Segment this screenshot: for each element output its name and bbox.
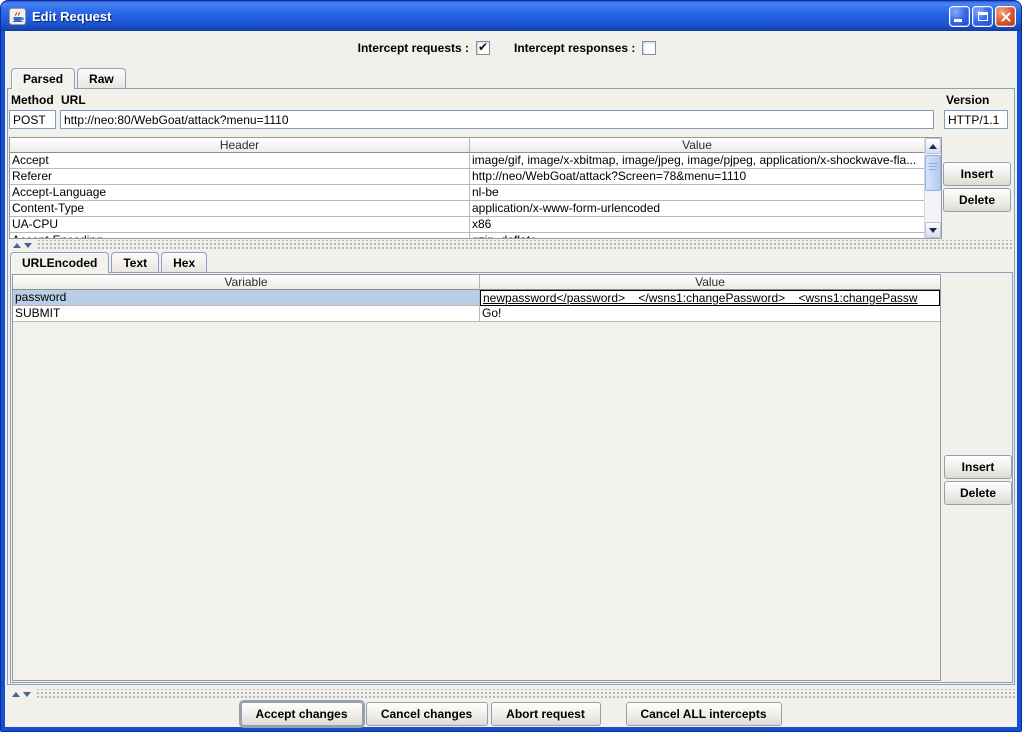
- divider-arrows: [8, 240, 38, 250]
- url-field[interactable]: [60, 110, 934, 129]
- collapse-down-icon[interactable]: [23, 692, 31, 697]
- cancel-changes-button[interactable]: Cancel changes: [366, 702, 488, 726]
- dialog-content: Intercept requests : Intercept responses…: [5, 31, 1017, 727]
- headers-vertical-scrollbar[interactable]: [924, 138, 941, 238]
- table-row[interactable]: SUBMIT Go!: [13, 306, 940, 322]
- intercept-responses-checkbox[interactable]: [642, 41, 656, 55]
- header-value-cell[interactable]: x86: [470, 217, 924, 233]
- edit-request-window: Edit Request Intercept requests : Interc…: [0, 0, 1022, 732]
- table-row[interactable]: Accept-Encoding gzip, deflate: [10, 233, 924, 239]
- tab-urlencoded[interactable]: URLEncoded: [10, 252, 109, 273]
- tab-raw[interactable]: Raw: [77, 68, 126, 88]
- tab-parsed[interactable]: Parsed: [11, 68, 75, 89]
- java-app-icon: [9, 8, 26, 25]
- parsed-tab-panel: Method URL Version Header Value Accept i…: [7, 88, 1015, 685]
- header-name-cell[interactable]: Accept: [10, 153, 470, 169]
- column-header-variable[interactable]: Variable: [13, 275, 480, 290]
- method-label: Method: [11, 93, 54, 107]
- tab-text[interactable]: Text: [111, 252, 159, 272]
- table-row[interactable]: Accept-Language nl-be: [10, 185, 924, 201]
- divider-arrows: [7, 689, 37, 699]
- version-field[interactable]: [944, 110, 1008, 129]
- params-table-scrollpane: Variable Value password newpassword</pas…: [12, 274, 941, 681]
- params-table-header: Variable Value: [13, 275, 940, 290]
- param-value-cell[interactable]: Go!: [480, 306, 940, 322]
- split-divider[interactable]: [7, 689, 1015, 699]
- table-row[interactable]: password newpassword</password> </wsns1:…: [13, 290, 940, 306]
- abort-request-button[interactable]: Abort request: [491, 702, 601, 726]
- headers-table-body: Accept image/gif, image/x-xbitmap, image…: [10, 153, 924, 239]
- content-view-tabs: URLEncoded Text Hex: [10, 251, 209, 272]
- collapse-down-icon[interactable]: [24, 243, 32, 248]
- table-row[interactable]: Content-Type application/x-www-form-urle…: [10, 201, 924, 217]
- table-row[interactable]: UA-CPU x86: [10, 217, 924, 233]
- header-value-cell[interactable]: nl-be: [470, 185, 924, 201]
- action-button-bar: Accept changes Cancel changes Abort requ…: [5, 701, 1017, 727]
- split-divider[interactable]: [8, 240, 1014, 250]
- collapse-up-icon[interactable]: [12, 692, 20, 697]
- maximize-icon: [978, 12, 988, 21]
- table-row[interactable]: Referer http://neo/WebGoat/attack?Screen…: [10, 169, 924, 185]
- header-name-cell[interactable]: Accept-Language: [10, 185, 470, 201]
- urlencoded-tab-panel: Variable Value password newpassword</pas…: [10, 272, 1013, 683]
- header-value-cell[interactable]: http://neo/WebGoat/attack?Screen=78&menu…: [470, 169, 924, 185]
- intercept-requests-label: Intercept requests :: [358, 41, 469, 55]
- version-label: Version: [946, 93, 989, 107]
- title-bar[interactable]: Edit Request: [1, 1, 1021, 31]
- collapse-up-icon[interactable]: [13, 243, 21, 248]
- header-name-cell[interactable]: Content-Type: [10, 201, 470, 217]
- column-header-header[interactable]: Header: [10, 138, 470, 153]
- minimize-button[interactable]: [949, 6, 970, 27]
- intercept-options-row: Intercept requests : Intercept responses…: [5, 33, 1017, 63]
- column-header-value[interactable]: Value: [470, 138, 924, 153]
- close-icon: [996, 7, 1015, 26]
- cancel-all-intercepts-button[interactable]: Cancel ALL intercepts: [626, 702, 782, 726]
- header-value-cell[interactable]: image/gif, image/x-xbitmap, image/jpeg, …: [470, 153, 924, 169]
- accept-changes-button[interactable]: Accept changes: [241, 702, 363, 726]
- scrollbar-thumb[interactable]: [925, 155, 941, 191]
- headers-table-header: Header Value: [10, 138, 924, 153]
- headers-insert-button[interactable]: Insert: [943, 162, 1011, 186]
- request-view-tabs: Parsed Raw: [11, 67, 128, 88]
- maximize-button[interactable]: [972, 6, 993, 27]
- param-name-cell[interactable]: password: [13, 290, 480, 306]
- window-title: Edit Request: [32, 9, 949, 24]
- minimize-icon: [954, 19, 962, 22]
- header-name-cell[interactable]: Referer: [10, 169, 470, 185]
- header-name-cell[interactable]: Accept-Encoding: [10, 233, 470, 239]
- url-label: URL: [61, 93, 86, 107]
- tab-hex[interactable]: Hex: [161, 252, 207, 272]
- scroll-up-icon: [929, 144, 937, 149]
- scroll-down-button[interactable]: [925, 222, 941, 238]
- headers-table-scrollpane: Header Value Accept image/gif, image/x-x…: [9, 137, 942, 239]
- param-name-cell[interactable]: SUBMIT: [13, 306, 480, 322]
- header-value-cell[interactable]: gzip, deflate: [470, 233, 924, 239]
- header-value-cell[interactable]: application/x-www-form-urlencoded: [470, 201, 924, 217]
- params-insert-button[interactable]: Insert: [944, 455, 1012, 479]
- intercept-requests-checkbox[interactable]: [476, 41, 490, 55]
- params-delete-button[interactable]: Delete: [944, 481, 1012, 505]
- intercept-responses-label: Intercept responses :: [514, 41, 635, 55]
- header-name-cell[interactable]: UA-CPU: [10, 217, 470, 233]
- close-button[interactable]: [995, 6, 1016, 27]
- headers-delete-button[interactable]: Delete: [943, 188, 1011, 212]
- param-value-cell-editing[interactable]: newpassword</password> </wsns1:changePas…: [480, 290, 940, 306]
- column-header-value[interactable]: Value: [480, 275, 940, 290]
- method-field[interactable]: [9, 110, 56, 129]
- window-controls: [949, 6, 1016, 27]
- scroll-down-icon: [929, 228, 937, 233]
- scroll-up-button[interactable]: [925, 138, 941, 154]
- table-row[interactable]: Accept image/gif, image/x-xbitmap, image…: [10, 153, 924, 169]
